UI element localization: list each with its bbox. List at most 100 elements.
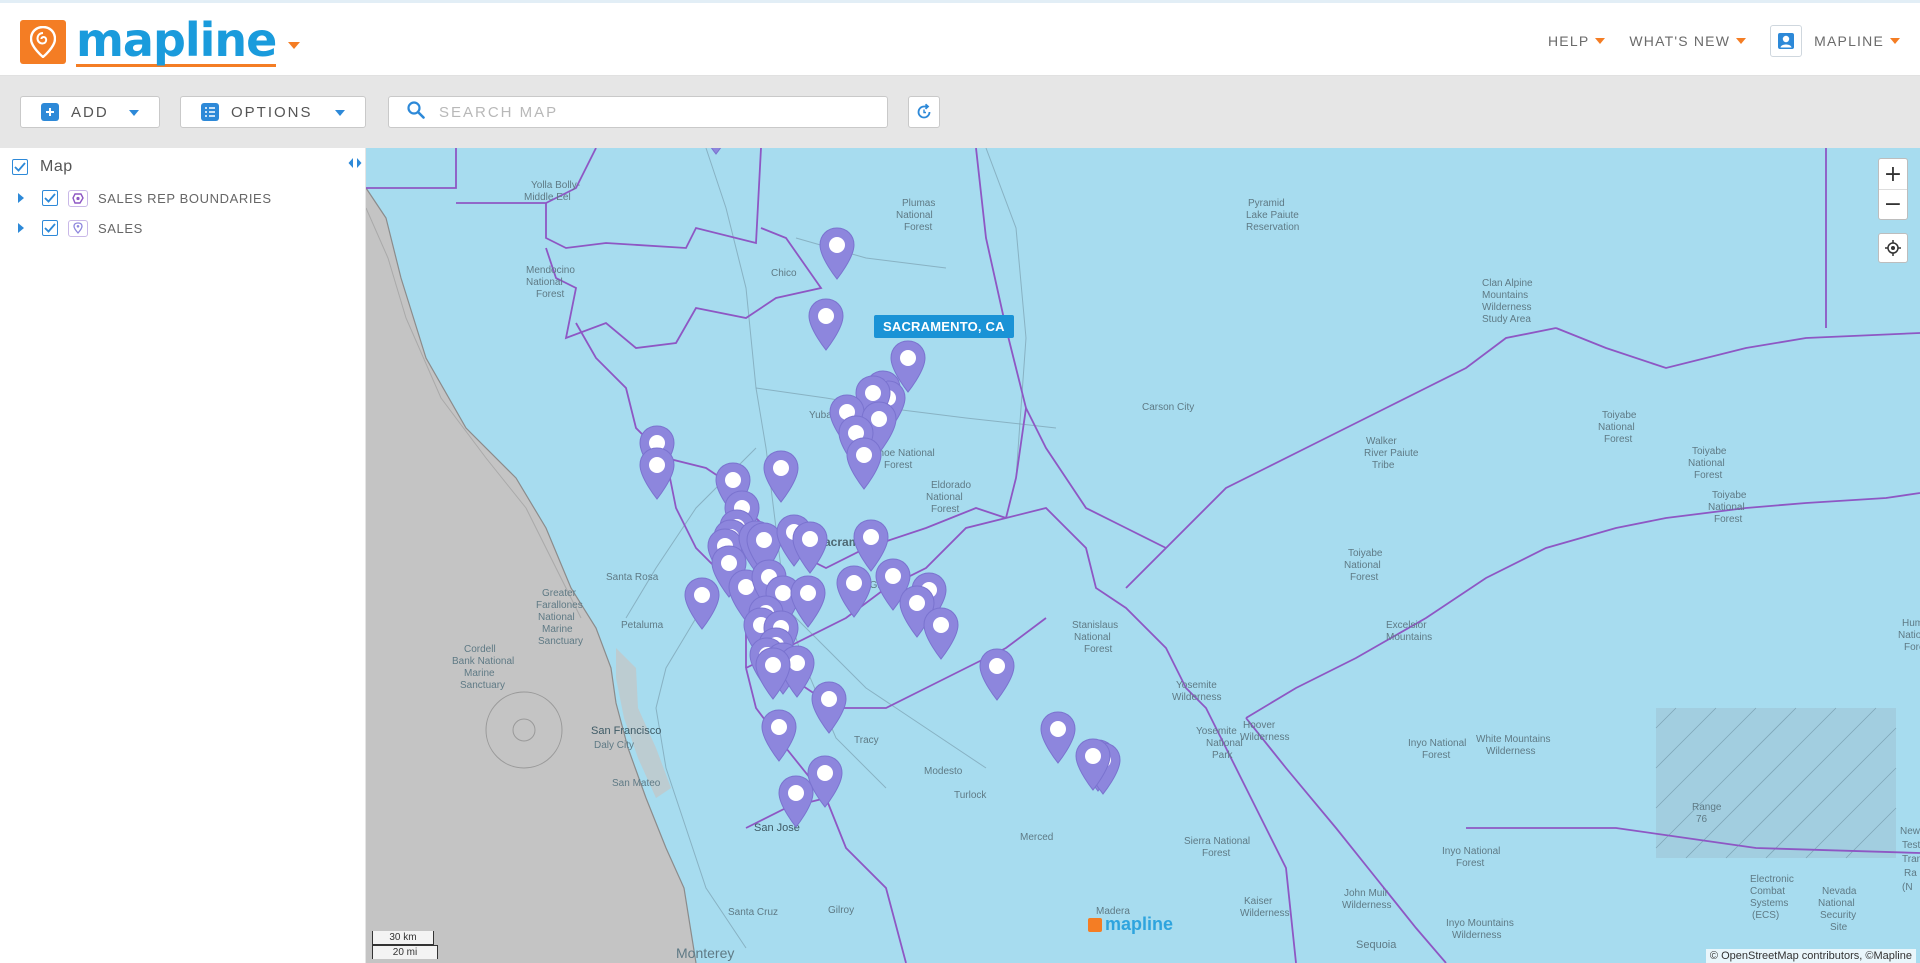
svg-text:Wilderness: Wilderness (1342, 900, 1391, 911)
logo-text: mapline (76, 12, 277, 67)
sales-location-pin[interactable] (817, 226, 857, 280)
user-avatar-icon (1770, 25, 1803, 57)
layer-label[interactable]: SALES REP BOUNDARIES (98, 191, 272, 206)
svg-text:Inyo National: Inyo National (1442, 846, 1500, 857)
svg-text:Fore: Fore (1904, 642, 1920, 653)
layer-checkbox[interactable] (42, 220, 58, 236)
sales-location-pin[interactable] (790, 520, 830, 574)
map-canvas[interactable]: Mendocino National Forest Yolla Bolly- Midd… (366, 148, 1920, 963)
svg-text:Marine: Marine (464, 668, 495, 679)
zoom-out-button[interactable]: − (1879, 189, 1907, 219)
svg-text:Modesto: Modesto (924, 766, 963, 777)
svg-text:National: National (526, 277, 563, 288)
layers-root: Map (0, 151, 365, 183)
sales-location-pin[interactable] (977, 647, 1017, 701)
chevron-down-icon (335, 110, 345, 116)
zoom-control: + − (1878, 158, 1908, 220)
svg-text:Eldorado: Eldorado (931, 480, 971, 491)
svg-text:Toiyabe: Toiyabe (1348, 548, 1383, 559)
svg-text:Toiyabe: Toiyabe (1712, 490, 1747, 501)
add-button-label: ADD (71, 103, 109, 121)
svg-text:Site: Site (1830, 922, 1848, 933)
svg-text:National: National (538, 612, 575, 623)
svg-text:Hoover: Hoover (1243, 720, 1276, 731)
logo-pin-icon (20, 20, 66, 64)
layer-label[interactable]: SALES (98, 221, 143, 236)
svg-text:Wilderness: Wilderness (1482, 302, 1531, 313)
pin-icon (68, 219, 88, 237)
account-menu[interactable]: MAPLINE (1770, 25, 1900, 57)
svg-text:Mendocino: Mendocino (526, 265, 575, 276)
sales-location-pin[interactable] (776, 774, 816, 828)
location-tooltip: SACRAMENTO, CA (874, 315, 1014, 338)
whats-new-menu[interactable]: WHAT'S NEW (1629, 33, 1747, 49)
map-checkbox[interactable] (12, 159, 28, 175)
svg-text:Tran: Tran (1902, 854, 1920, 865)
svg-text:Sanctuary: Sanctuary (538, 636, 583, 647)
sales-location-pin[interactable] (637, 446, 677, 500)
svg-text:Farallones: Farallones (536, 600, 583, 611)
sales-location-pin[interactable] (753, 646, 793, 700)
locate-button[interactable] (1878, 233, 1908, 263)
help-menu[interactable]: HELP (1548, 33, 1606, 49)
svg-text:Forest: Forest (884, 460, 913, 471)
sales-location-pin[interactable] (761, 449, 801, 503)
svg-text:National: National (926, 492, 963, 503)
svg-text:Wilderness: Wilderness (1452, 930, 1501, 941)
svg-text:Mountains: Mountains (1386, 632, 1432, 643)
add-button[interactable]: ADD (20, 96, 160, 128)
svg-text:Stanislaus: Stanislaus (1072, 620, 1118, 631)
layers-root-label: Map (40, 158, 73, 175)
list-icon (201, 103, 219, 121)
svg-text:Marine: Marine (542, 624, 573, 635)
svg-text:Tribe: Tribe (1372, 460, 1395, 471)
mapline-logo[interactable]: mapline (20, 12, 301, 67)
map-basemap: MendocinoNationalForest Yolla Bolly-Midd… (366, 148, 1920, 963)
options-button-label: OPTIONS (231, 103, 313, 121)
svg-text:Yosemite: Yosemite (1196, 726, 1237, 737)
resize-panel-icon[interactable] (348, 157, 362, 169)
svg-text:Middle Eel: Middle Eel (524, 192, 571, 203)
app-header: mapline HELP WHAT'S NEW MAPLINE (0, 0, 1920, 76)
svg-text:Forest: Forest (1350, 572, 1379, 583)
sales-location-pin[interactable] (806, 297, 846, 351)
logo-menu-caret-icon[interactable] (288, 41, 301, 49)
sales-location-pin[interactable] (844, 436, 884, 490)
crosshair-icon (1885, 240, 1901, 256)
map-attribution[interactable]: © OpenStreetMap contributors, ©Mapline (1705, 949, 1916, 963)
sales-location-pin[interactable] (809, 680, 849, 734)
sales-location-pin[interactable] (921, 606, 961, 660)
search-box (388, 96, 888, 128)
sales-location-pin[interactable] (696, 148, 736, 155)
svg-text:Park: Park (1212, 750, 1234, 761)
options-button[interactable]: OPTIONS (180, 96, 366, 128)
svg-text:Tracy: Tracy (854, 735, 879, 746)
chevron-down-icon (129, 110, 139, 116)
svg-text:Systems: Systems (1750, 898, 1788, 909)
svg-text:Forest: Forest (1084, 644, 1113, 655)
svg-text:76: 76 (1696, 814, 1708, 825)
layer-checkbox[interactable] (42, 190, 58, 206)
zoom-in-button[interactable]: + (1879, 159, 1907, 189)
sales-location-pin[interactable] (1073, 737, 1113, 791)
sales-location-pin[interactable] (1038, 710, 1078, 764)
refresh-button[interactable] (908, 96, 940, 128)
sales-location-pin[interactable] (759, 708, 799, 762)
mapline-logo-icon (1088, 917, 1102, 932)
sales-location-pin[interactable] (834, 564, 874, 618)
search-input[interactable] (439, 103, 859, 121)
account-menu-label: MAPLINE (1814, 33, 1884, 49)
svg-text:National: National (1598, 422, 1635, 433)
expand-arrow-icon[interactable] (18, 193, 24, 203)
svg-text:San Mateo: San Mateo (612, 778, 661, 789)
expand-arrow-icon[interactable] (18, 223, 24, 233)
sales-location-pin[interactable] (682, 576, 722, 630)
svg-text:Wilderness: Wilderness (1240, 908, 1289, 919)
svg-text:Test: Test (1902, 840, 1920, 851)
svg-text:Nation: Nation (1898, 630, 1920, 641)
svg-text:Forest: Forest (1422, 750, 1451, 761)
svg-text:Sequoia: Sequoia (1356, 939, 1397, 951)
svg-text:Toiyabe: Toiyabe (1602, 410, 1637, 421)
svg-text:Gilroy: Gilroy (828, 905, 854, 916)
svg-text:Clan Alpine: Clan Alpine (1482, 278, 1533, 289)
